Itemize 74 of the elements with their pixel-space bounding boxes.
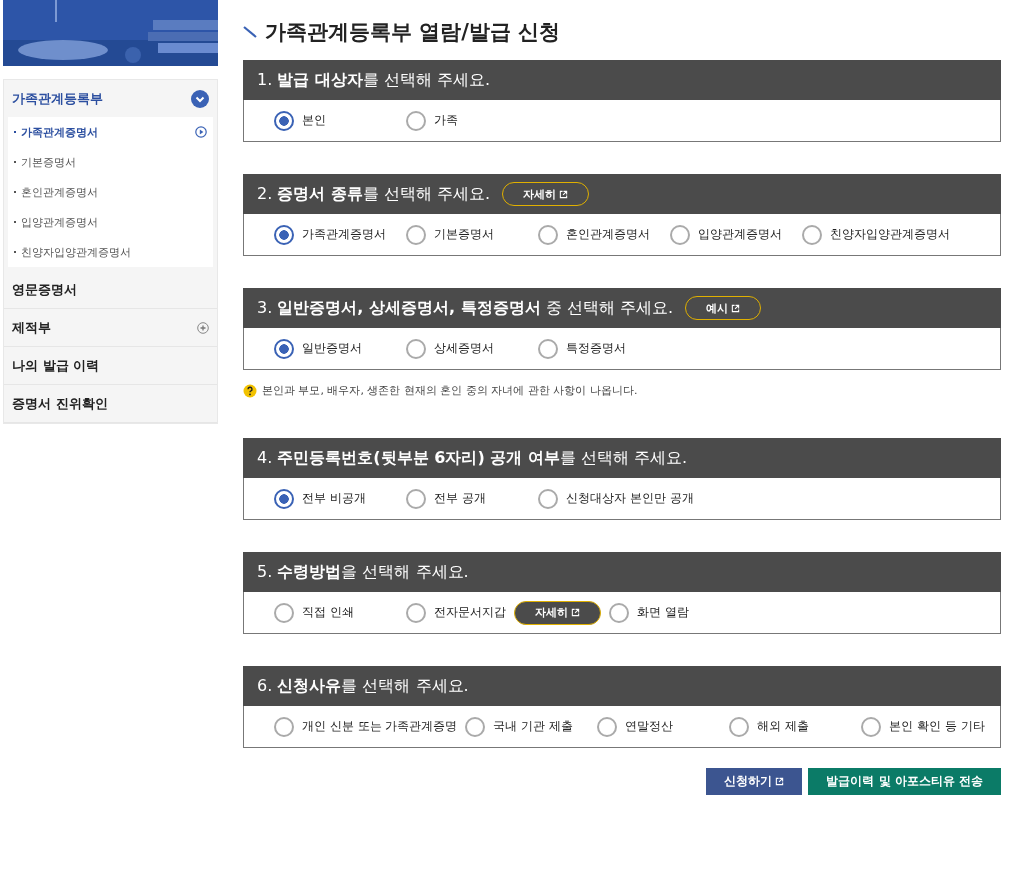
radio-button[interactable] xyxy=(802,224,822,245)
option-label: 본인 xyxy=(302,112,326,129)
option-label: 상세증명서 xyxy=(434,340,494,357)
plus-icon xyxy=(197,321,209,334)
radio-button[interactable] xyxy=(274,224,294,245)
radio-button[interactable] xyxy=(406,338,426,359)
option-label: 국내 기관 제출 xyxy=(493,718,574,735)
option-label: 전부 비공개 xyxy=(302,490,366,507)
sidebar-item[interactable]: 나의 발급 이력 xyxy=(4,347,217,385)
detail-button[interactable]: 자세히 xyxy=(514,600,601,625)
option-label: 직접 인쇄 xyxy=(302,604,354,621)
title-mark-icon xyxy=(243,26,257,38)
option-label: 연말정산 xyxy=(625,718,674,735)
radio-button[interactable] xyxy=(729,716,750,737)
action-button[interactable]: 발급이력 및 아포스티유 전송 xyxy=(808,768,1001,795)
radio-button[interactable] xyxy=(609,602,629,623)
detail-button[interactable]: 예시 xyxy=(685,296,761,320)
option-label: 본인 확인 등 기타 xyxy=(889,718,985,735)
option-label: 입양관계증명서 xyxy=(698,226,782,243)
option-label: 기본증명서 xyxy=(434,226,494,243)
option-label: 일반증명서 xyxy=(302,340,362,357)
option-label: 화면 열람 xyxy=(637,604,689,621)
option-label: 가족 xyxy=(434,112,458,129)
section-title: 6. 신청사유를 선택해 주세요. xyxy=(257,675,469,697)
action-button[interactable]: 신청하기 xyxy=(706,768,803,795)
section-title: 1. 발급 대상자를 선택해 주세요. xyxy=(257,69,491,91)
radio-button[interactable] xyxy=(406,224,426,245)
submenu-item[interactable]: 기본증명서 xyxy=(8,147,213,177)
chevron-down-icon xyxy=(191,89,209,108)
external-link-icon xyxy=(559,189,569,199)
external-link-icon xyxy=(571,608,580,617)
radio-button[interactable] xyxy=(597,716,618,737)
option-label: 신청대상자 본인만 공개 xyxy=(566,490,694,507)
option-label: 혼인관계증명서 xyxy=(566,226,650,243)
option-label: 전자문서지갑 xyxy=(434,604,506,621)
sidebar-item[interactable]: 제적부 xyxy=(4,309,217,347)
submenu-item[interactable]: 친양자입양관계증명서 xyxy=(8,237,213,267)
option-label: 가족관계증명서 xyxy=(302,226,386,243)
radio-button[interactable] xyxy=(406,602,426,623)
external-link-icon xyxy=(731,303,740,313)
play-icon xyxy=(195,126,207,138)
submenu-item[interactable]: 혼인관계증명서 xyxy=(8,177,213,207)
section-title: 4. 주민등록번호(뒷부분 6자리) 공개 여부를 선택해 주세요. xyxy=(257,447,688,469)
submenu-item[interactable]: 가족관계증명서 xyxy=(8,117,213,147)
radio-button[interactable] xyxy=(538,338,558,359)
note-text: 본인과 부모, 배우자, 생존한 현재의 혼인 중의 자녀에 관한 사항이 나옵니다. xyxy=(262,383,638,398)
section-title: 2. 증명서 종류를 선택해 주세요. xyxy=(257,183,491,205)
option-label: 특정증명서 xyxy=(566,340,626,357)
page-title: 가족관계등록부 열람/발급 신청 xyxy=(265,19,561,46)
radio-button[interactable] xyxy=(274,110,294,131)
section-title: 3. 일반증명서, 상세증명서, 특정증명서 중 선택해 주세요. xyxy=(257,297,673,319)
radio-button[interactable] xyxy=(538,488,558,509)
radio-button[interactable] xyxy=(670,224,690,245)
submenu-item[interactable]: 입양관계증명서 xyxy=(8,207,213,237)
radio-button[interactable] xyxy=(274,716,294,737)
option-label: 개인 신분 또는 가족관계증명 xyxy=(302,718,458,735)
sidebar-item[interactable]: 가족관계등록부 xyxy=(4,80,217,117)
external-link-icon xyxy=(775,777,785,786)
section-title: 5. 수령방법을 선택해 주세요. xyxy=(257,561,469,583)
option-label: 해외 제출 xyxy=(757,718,810,735)
radio-button[interactable] xyxy=(861,716,882,737)
sidebar-item[interactable]: 증명서 진위확인 xyxy=(4,385,217,423)
radio-button[interactable] xyxy=(406,488,426,509)
radio-button[interactable] xyxy=(406,110,426,131)
sidebar-item[interactable]: 영문증명서 xyxy=(4,271,217,309)
detail-button[interactable]: 자세히 xyxy=(502,182,590,206)
radio-button[interactable] xyxy=(274,602,294,623)
option-label: 친양자입양관계증명서 xyxy=(830,226,950,243)
radio-button[interactable] xyxy=(274,338,294,359)
radio-button[interactable] xyxy=(274,488,294,509)
radio-button[interactable] xyxy=(465,716,486,737)
option-label: 전부 공개 xyxy=(434,490,486,507)
radio-button[interactable] xyxy=(538,224,558,245)
help-icon xyxy=(243,383,257,398)
